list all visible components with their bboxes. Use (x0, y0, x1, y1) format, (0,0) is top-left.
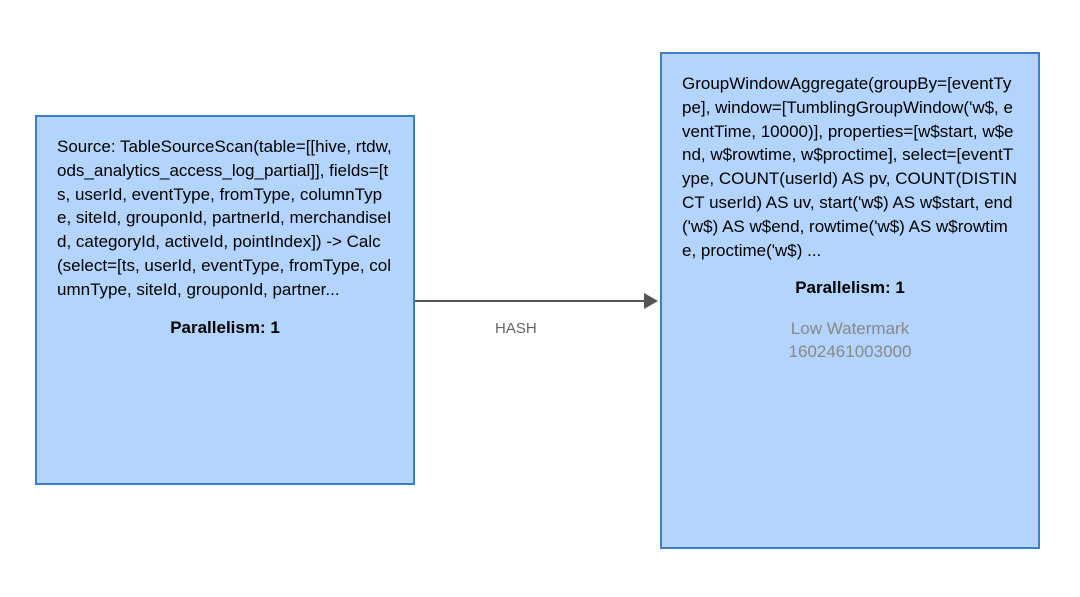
edge-arrowhead (644, 293, 658, 309)
source-parallelism-label: Parallelism: 1 (57, 316, 393, 340)
source-node[interactable]: Source: TableSourceScan(table=[[hive, rt… (35, 115, 415, 485)
edge-label: HASH (495, 320, 537, 337)
watermark-section: Low Watermark 1602461003000 (682, 318, 1018, 364)
aggregate-node[interactable]: GroupWindowAggregate(groupBy=[eventType]… (660, 52, 1040, 549)
aggregate-node-text: GroupWindowAggregate(groupBy=[eventType]… (682, 72, 1018, 262)
watermark-label: Low Watermark (682, 318, 1018, 341)
aggregate-parallelism-label: Parallelism: 1 (682, 276, 1018, 300)
source-node-text: Source: TableSourceScan(table=[[hive, rt… (57, 135, 393, 302)
watermark-value: 1602461003000 (682, 341, 1018, 364)
edge-line (415, 300, 648, 302)
